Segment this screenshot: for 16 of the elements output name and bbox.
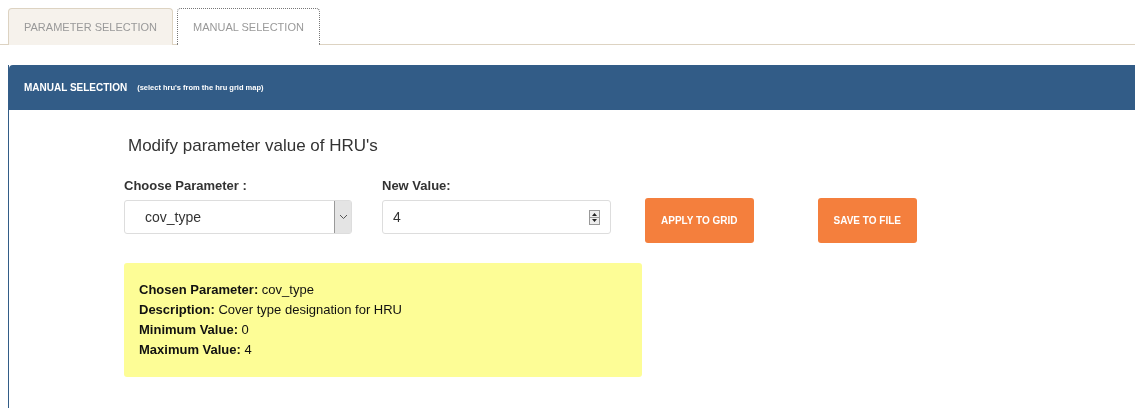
parameter-dropdown[interactable]: cov_type [124,200,352,234]
tab[interactable]: PARAMETER SELECTION [8,8,174,45]
chevron-down-icon [334,201,351,233]
info-line: Description: Cover type designation for HRU [139,301,403,319]
spinner-icon [589,209,600,225]
field-label: New Value: [382,178,452,193]
info-line: Maximum Value: 4 [139,341,253,359]
value-input[interactable]: 4 [382,200,611,234]
panel-title: MANUAL SELECTION [24,82,128,93]
info-line: Chosen Parameter: cov_type [139,281,315,299]
field-label: Choose Parameter : [124,178,248,193]
section-heading: Modify parameter value of HRU's [128,136,379,156]
action-button[interactable]: APPLY TO GRID [645,198,754,243]
tab[interactable]: MANUAL SELECTION [177,8,320,45]
action-button[interactable]: SAVE TO FILE [817,198,917,243]
info-line: Minimum Value: 0 [139,321,250,339]
